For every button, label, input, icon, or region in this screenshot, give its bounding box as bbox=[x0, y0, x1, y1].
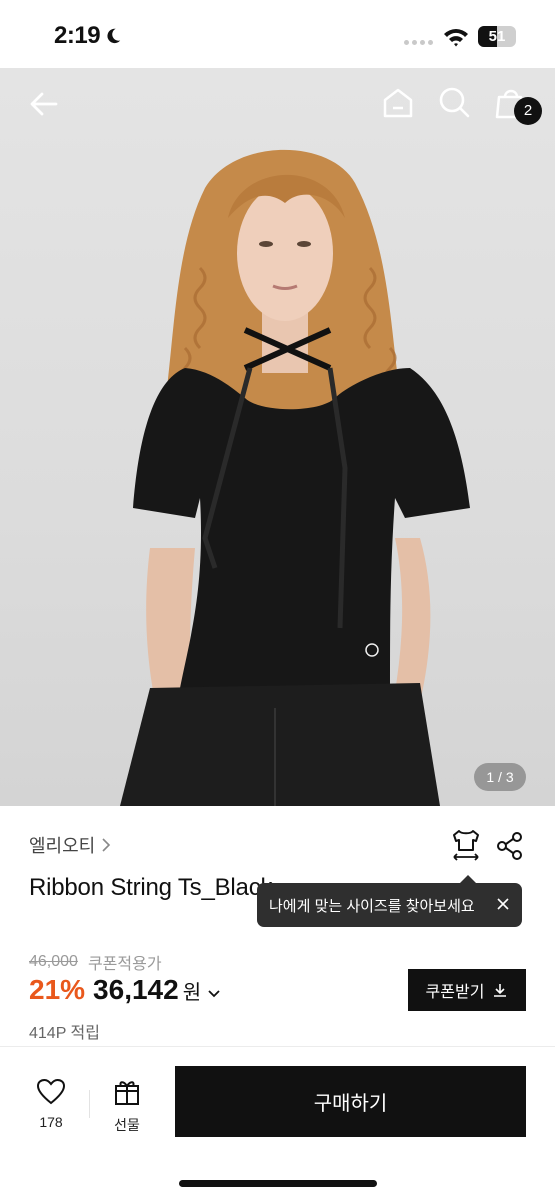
search-icon[interactable] bbox=[436, 84, 472, 120]
chevron-down-icon bbox=[208, 990, 220, 998]
like-count: 178 bbox=[39, 1114, 63, 1130]
gallery-page-indicator: 1 / 3 bbox=[474, 763, 526, 791]
get-coupon-button[interactable]: 쿠폰받기 bbox=[408, 969, 526, 1011]
product-image-gallery[interactable] bbox=[0, 68, 555, 806]
price-row[interactable]: 21% 36,142 원 bbox=[29, 974, 221, 1006]
discount-rate: 21% bbox=[29, 974, 86, 1005]
status-bar: 2:19 51 bbox=[0, 0, 555, 68]
gift-button[interactable]: 선물 bbox=[105, 1078, 149, 1135]
cellular-signal-icon bbox=[404, 40, 433, 45]
home-icon[interactable] bbox=[380, 85, 416, 121]
brand-link[interactable]: 엘리오티 bbox=[29, 832, 111, 858]
buy-button-label: 구매하기 bbox=[313, 1093, 388, 1115]
battery-level: 51 bbox=[488, 28, 506, 45]
reward-points: 414P 적립 bbox=[29, 1025, 100, 1042]
gift-label: 선물 bbox=[114, 1117, 140, 1133]
coupon-button-label: 쿠폰받기 bbox=[425, 984, 485, 1001]
share-icon[interactable] bbox=[496, 831, 524, 861]
size-guide-icon[interactable] bbox=[450, 828, 482, 862]
original-price-row: 46,000 쿠폰적용가 bbox=[29, 950, 162, 974]
like-button[interactable]: 178 bbox=[28, 1078, 74, 1130]
tooltip-text: 나에게 맞는 사이즈를 찾아보세요 bbox=[269, 897, 475, 915]
size-guide-tooltip[interactable]: 나에게 맞는 사이즈를 찾아보세요 bbox=[257, 875, 522, 927]
download-icon bbox=[494, 984, 507, 997]
back-arrow-icon[interactable] bbox=[26, 86, 62, 122]
original-price: 46,000 bbox=[29, 953, 78, 970]
coupon-price-label: 쿠폰적용가 bbox=[87, 956, 162, 973]
chevron-right-icon bbox=[102, 838, 111, 852]
moon-icon bbox=[107, 28, 121, 44]
product-title: Ribbon String Ts_Black bbox=[29, 874, 273, 901]
product-photo bbox=[120, 149, 470, 806]
home-indicator bbox=[179, 1180, 377, 1187]
cart-count-badge: 2 bbox=[514, 97, 542, 125]
brand-name: 엘리오티 bbox=[29, 836, 96, 856]
buy-now-button[interactable]: 구매하기 bbox=[175, 1066, 526, 1137]
heart-icon bbox=[36, 1078, 66, 1105]
gift-icon bbox=[115, 1081, 139, 1105]
divider bbox=[89, 1090, 90, 1118]
time-text: 2:19 bbox=[54, 22, 101, 49]
status-time: 2:19 bbox=[54, 22, 122, 50]
battery-icon: 51 bbox=[478, 26, 516, 47]
sale-price: 36,142 bbox=[93, 974, 179, 1005]
currency-unit: 원 bbox=[182, 982, 202, 1004]
wifi-icon bbox=[444, 29, 468, 47]
close-icon[interactable] bbox=[494, 895, 512, 913]
